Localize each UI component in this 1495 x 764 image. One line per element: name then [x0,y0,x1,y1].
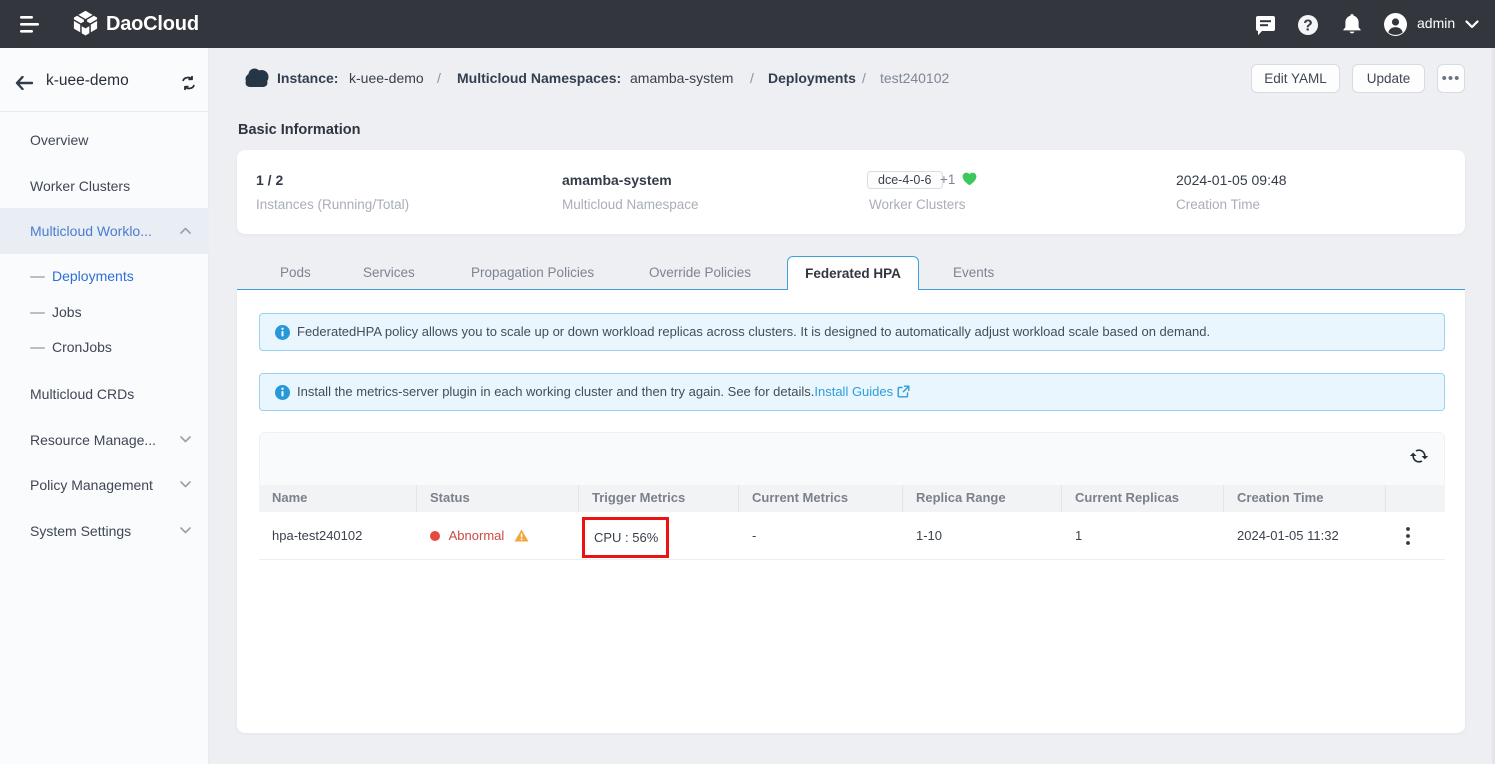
svg-text:?: ? [1303,18,1312,35]
